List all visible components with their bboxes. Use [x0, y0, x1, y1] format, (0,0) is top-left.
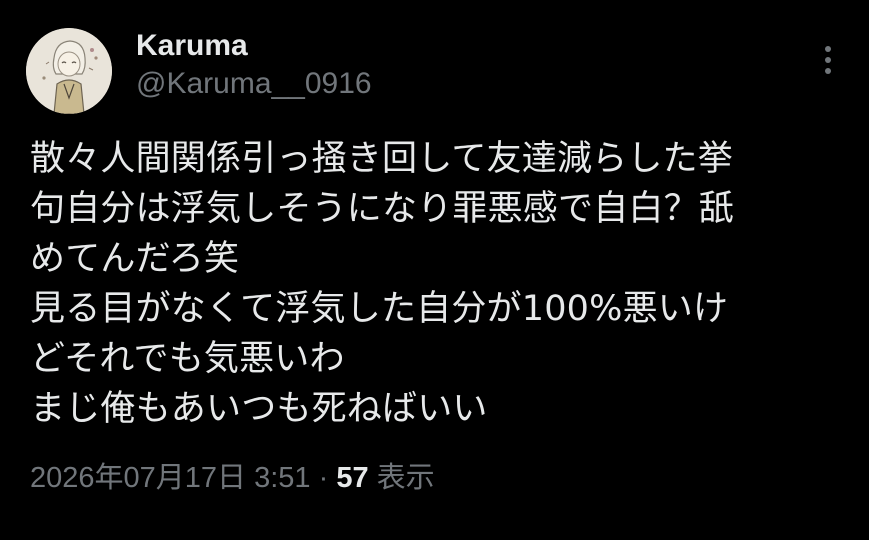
tweet-text-line: 句自分は浮気しそうになり罪悪感で自白？舐 [30, 189, 735, 229]
tweet-card: Karuma @Karuma__0916 散々人間関係引っ掻き回して友達減らした… [0, 0, 869, 540]
views-label: 表示 [376, 462, 435, 494]
user-handle[interactable]: @Karuma__0916 [136, 66, 372, 102]
tweet-text-line: どそれでも気悪いわ [30, 339, 345, 379]
tweet-text-line: まじ俺もあいつも死ねばいい [30, 389, 488, 429]
tweet-text-line: めてんだろ笑 [30, 239, 240, 279]
more-options-button[interactable] [810, 40, 846, 80]
views-count: 57 [336, 462, 369, 494]
tweet-text-line: 見る目がなくて浮気した自分が100%悪いけ [30, 289, 729, 329]
timestamp-link[interactable]: 2026年07月17日 3:51 [30, 462, 311, 494]
avatar-image [26, 28, 112, 114]
tweet-text: 散々人間関係引っ掻き回して友達減らした挙 句自分は浮気しそうになり罪悪感で自白？… [30, 134, 850, 434]
display-name[interactable]: Karuma [136, 28, 248, 64]
tweet-meta: 2026年07月17日 3:51 · 57 表示 [30, 458, 435, 498]
meta-separator: · [318, 462, 329, 494]
more-vertical-icon [825, 46, 831, 74]
avatar[interactable] [26, 28, 112, 114]
tweet-text-line: 散々人間関係引っ掻き回して友達減らした挙 [30, 139, 733, 179]
